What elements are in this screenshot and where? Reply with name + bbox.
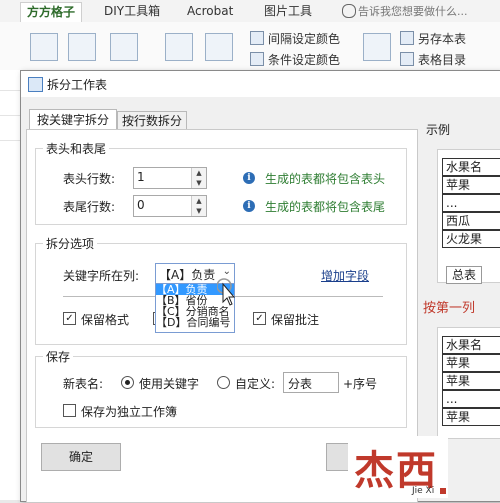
search-table-icon[interactable] <box>110 33 138 61</box>
chevron-down-icon: ⌄ <box>222 266 231 277</box>
suffix-label: +序号 <box>343 377 378 391</box>
save-sheet-label: 另存本表 <box>418 32 467 46</box>
row-line <box>0 90 20 91</box>
ribbon-body: 间隔设定颜色 条件设定颜色 另存本表 表格目录 <box>0 22 500 71</box>
tell-me-input[interactable]: 告诉我您想要做什么... <box>358 2 468 21</box>
tab-keyword-split[interactable]: 按关键字拆分 <box>29 109 117 131</box>
preview-cell: 水果名 <box>442 336 500 354</box>
watermark-logo: 杰西 Jie Xi <box>348 436 448 498</box>
mouse-pointer-icon <box>217 278 235 306</box>
tab-diy[interactable]: DIY工具箱 <box>104 2 160 21</box>
footer-rows-stepper[interactable]: 0 ▲ ▼ <box>133 195 207 217</box>
watermark-dot <box>440 488 446 494</box>
color-grid-icon[interactable] <box>165 33 193 61</box>
custom-name-input[interactable]: 分表 <box>283 372 339 393</box>
dialog-titlebar: 拆分工作表 <box>21 71 500 97</box>
footer-note: 生成的表都将包含表尾 <box>265 200 386 214</box>
ribbon-tab-bar: 方方格子 DIY工具箱 Acrobat 图片工具 告诉我您想要做什么... <box>0 0 500 23</box>
interval-color-icon <box>250 31 264 45</box>
condition-color-label: 条件设定颜色 <box>268 53 341 67</box>
interval-color-label: 间隔设定颜色 <box>268 32 341 46</box>
row-line <box>0 115 20 116</box>
condition-color-button[interactable]: 条件设定颜色 <box>250 51 340 69</box>
header-footer-title: 表头和表尾 <box>43 140 110 157</box>
tab-picture-tools[interactable]: 图片工具 <box>264 2 312 21</box>
info-icon: i <box>243 172 255 184</box>
standalone-workbook-label: 保存为独立工作簿 <box>81 405 178 419</box>
table-index-label: 表格目录 <box>418 53 467 67</box>
dialog-title: 拆分工作表 <box>47 78 108 92</box>
footer-rows-label: 表尾行数: <box>63 200 116 214</box>
preview-cell: 火龙果 <box>442 230 500 248</box>
use-keyword-label: 使用关键字 <box>139 377 200 391</box>
preview-cell: ... <box>442 194 500 212</box>
refresh-icon[interactable] <box>68 33 96 61</box>
info-icon: i <box>243 200 255 212</box>
dropdown-option[interactable]: 【D】合同编号 <box>156 317 234 328</box>
split-icon[interactable] <box>363 33 391 61</box>
delete-table-icon[interactable] <box>30 33 58 61</box>
save-sheet-icon <box>400 31 414 45</box>
preview-top-card: 水果名 苹果 ... 西瓜 火龙果 总表 <box>437 149 500 284</box>
split-options-title: 拆分选项 <box>43 235 98 252</box>
header-note: 生成的表都将包含表头 <box>265 172 386 186</box>
row-line <box>0 140 20 141</box>
add-field-link[interactable]: 增加字段 <box>321 267 369 284</box>
interval-color-button[interactable]: 间隔设定颜色 <box>250 30 340 48</box>
sort-az-icon[interactable] <box>205 33 233 61</box>
watermark-subtext: Jie Xi <box>412 486 435 496</box>
header-rows-value: 1 <box>137 170 145 184</box>
preview-cell: 苹果 <box>442 372 500 390</box>
tab-row-split[interactable]: 按行数拆分 <box>117 111 187 131</box>
custom-name-radio[interactable] <box>217 376 230 389</box>
preview-cell: 水果名 <box>442 158 500 176</box>
stepper-arrows-icon[interactable]: ▲ ▼ <box>191 168 206 188</box>
use-keyword-radio[interactable] <box>121 376 134 389</box>
stepper-arrows-icon[interactable]: ▲ ▼ <box>191 196 206 216</box>
standalone-workbook-checkbox[interactable] <box>63 404 76 417</box>
lightbulb-icon <box>342 4 356 18</box>
preview-cell: ... <box>442 390 500 408</box>
keep-format-checkbox[interactable]: ✓ <box>63 312 76 325</box>
preview-cell: 苹果 <box>442 176 500 194</box>
keep-format-label: 保留格式 <box>81 313 130 327</box>
keyword-column-value: 【A】负责 <box>159 268 216 282</box>
preview-sheet-tab: 总表 <box>446 266 482 284</box>
dropdown-option[interactable]: 【C】分销商名 <box>156 306 234 317</box>
preview-cell: 苹果 <box>442 408 500 426</box>
preview-cell: 苹果 <box>442 354 500 372</box>
keyword-column-label: 关键字所在列: <box>63 269 140 283</box>
condition-color-icon <box>250 52 264 66</box>
header-rows-stepper[interactable]: 1 ▲ ▼ <box>133 167 207 189</box>
table-index-icon <box>400 52 414 66</box>
tab-fangfang[interactable]: 方方格子 <box>20 2 83 22</box>
preview-title: 示例 <box>426 123 451 137</box>
keep-comment-label: 保留批注 <box>271 313 320 327</box>
footer-rows-value: 0 <box>137 198 145 212</box>
ok-button[interactable]: 确定 <box>41 443 121 471</box>
save-group-title: 保存 <box>43 348 74 365</box>
keep-comment-checkbox[interactable]: ✓ <box>253 312 266 325</box>
custom-name-label: 自定义: <box>235 377 276 391</box>
save-sheet-button[interactable]: 另存本表 <box>400 30 466 48</box>
table-index-button[interactable]: 表格目录 <box>400 51 466 69</box>
custom-name-value: 分表 <box>288 377 313 391</box>
preview-cell: 西瓜 <box>442 212 500 230</box>
dialog-app-icon <box>28 77 43 92</box>
tab-acrobat[interactable]: Acrobat <box>187 2 233 21</box>
preview-bottom-card: 水果名 苹果 苹果 ... 苹果 <box>437 327 500 439</box>
preview-caption: 按第一列 <box>423 301 476 316</box>
header-rows-label: 表头行数: <box>63 172 116 186</box>
new-name-label: 新表名: <box>63 377 104 391</box>
